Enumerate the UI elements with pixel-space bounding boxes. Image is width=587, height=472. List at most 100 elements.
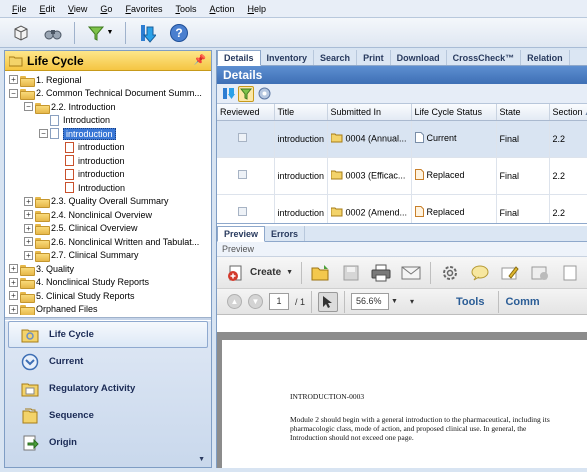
print-button[interactable] <box>370 262 392 284</box>
create-button[interactable]: Create ▼ <box>227 264 293 282</box>
select-tool-button[interactable] <box>318 291 339 312</box>
stamp-button[interactable] <box>529 262 551 284</box>
tab-details[interactable]: Details <box>217 50 261 66</box>
expand-icon[interactable]: + <box>24 223 33 233</box>
expand-icon[interactable]: + <box>24 237 33 247</box>
open-file-button[interactable] <box>310 262 332 284</box>
table-row[interactable]: introduction 0003 (Efficac... Replaced Fina… <box>217 157 587 195</box>
tab-errors[interactable]: Errors <box>265 226 306 241</box>
menu-favorites[interactable]: Favorites <box>125 4 162 14</box>
reviewed-checkbox[interactable] <box>238 133 247 142</box>
folder-icon <box>20 88 35 101</box>
tree-node[interactable]: +2.6. Nonclinical Written and Tabulat... <box>5 235 211 249</box>
previous-page-button[interactable]: ▲ <box>227 294 242 309</box>
column-header-section[interactable]: Section ▲ <box>549 104 587 121</box>
tree-node[interactable]: − 2.2. Introduction <box>5 100 211 114</box>
svg-text:?: ? <box>175 26 182 40</box>
export-button[interactable] <box>220 86 236 102</box>
column-header-reviewed[interactable]: Reviewed <box>217 104 275 121</box>
tree-node[interactable]: introduction <box>5 168 211 182</box>
tab-crosscheck[interactable]: CrossCheck™ <box>447 50 522 65</box>
expand-icon[interactable]: + <box>24 196 33 206</box>
download-button[interactable] <box>134 21 160 45</box>
email-button[interactable] <box>400 262 422 284</box>
tree-node[interactable]: +2.4. Nonclinical Overview <box>5 208 211 222</box>
tab-relation[interactable]: Relation <box>521 50 570 65</box>
filter-toggle-button[interactable] <box>238 85 254 102</box>
pin-icon[interactable]: 📌 <box>194 55 206 66</box>
expand-icon[interactable]: + <box>9 264 18 274</box>
tree-node[interactable]: introduction <box>5 154 211 168</box>
page-number-input[interactable]: 1 <box>269 293 289 310</box>
expand-icon[interactable]: + <box>9 75 18 85</box>
tab-inventory[interactable]: Inventory <box>261 50 315 65</box>
menu-tools[interactable]: Tools <box>175 4 196 14</box>
column-header-title[interactable]: Title <box>274 104 328 121</box>
tree-node[interactable]: +1. Regional <box>5 73 211 87</box>
binoculars-button[interactable] <box>40 21 66 45</box>
menu-file[interactable]: File <box>12 4 27 14</box>
tab-download[interactable]: Download <box>391 50 447 65</box>
tree-node[interactable]: +2.7. Clinical Summary <box>5 249 211 263</box>
tree-node[interactable]: +5. Clinical Study Reports <box>5 289 211 303</box>
menu-help[interactable]: Help <box>248 4 267 14</box>
menu-view[interactable]: View <box>68 4 87 14</box>
cell-section: 2.2 <box>549 194 587 223</box>
highlight-button[interactable] <box>499 262 521 284</box>
tab-preview[interactable]: Preview <box>217 226 266 242</box>
collapse-icon[interactable]: − <box>9 88 18 98</box>
nav-item-sequence[interactable]: Sequence <box>8 402 208 429</box>
column-header-submitted-in[interactable]: Submitted In <box>327 104 412 121</box>
chevron-down-icon[interactable]: ▼ <box>198 456 205 463</box>
tree-node[interactable]: +2.3. Quality Overall Summary <box>5 195 211 209</box>
tree-node[interactable]: − introduction <box>5 127 211 141</box>
collapse-icon[interactable]: − <box>24 102 33 112</box>
settings-button[interactable] <box>439 262 461 284</box>
comment-link[interactable]: Comm <box>505 296 539 308</box>
chevron-down-icon[interactable]: ▼ <box>391 298 398 305</box>
menu-edit[interactable]: Edit <box>40 4 56 14</box>
reviewed-checkbox[interactable] <box>238 170 247 179</box>
filter-button[interactable]: ▼ <box>83 21 117 45</box>
pdf-viewer[interactable]: INTRODUCTION-0003 Module 2 should begin … <box>217 332 587 468</box>
help-button[interactable]: ? <box>166 21 192 45</box>
more-options-icon[interactable]: ▾ <box>410 297 414 306</box>
column-header-life-cycle-status[interactable]: Life Cycle Status <box>411 104 497 121</box>
tab-print[interactable]: Print <box>357 50 391 65</box>
more-tools-button[interactable] <box>559 262 581 284</box>
tree-node[interactable]: +2.5. Clinical Overview <box>5 222 211 236</box>
tree-node[interactable]: +4. Nonclinical Study Reports <box>5 276 211 290</box>
collapse-icon[interactable]: − <box>39 129 48 139</box>
open-submission-button[interactable] <box>8 21 34 45</box>
next-page-button[interactable]: ▼ <box>248 294 263 309</box>
menu-action[interactable]: Action <box>209 4 234 14</box>
column-header-state[interactable]: State <box>496 104 550 121</box>
options-button[interactable] <box>256 86 272 102</box>
nav-item-life-cycle[interactable]: Life Cycle <box>8 321 208 348</box>
nav-item-origin[interactable]: Origin <box>8 429 208 456</box>
tree-node[interactable]: Introduction <box>5 114 211 128</box>
cell-life-cycle-status: Replaced <box>411 157 497 195</box>
tab-search[interactable]: Search <box>314 50 358 65</box>
table-row[interactable]: introduction 0004 (Annual... Current Final 2… <box>217 120 587 158</box>
panel-splitter[interactable] <box>5 317 211 320</box>
menu-go[interactable]: Go <box>100 4 112 14</box>
expand-icon[interactable]: + <box>24 210 33 220</box>
table-row[interactable]: introduction 0002 (Amend... Replaced Final 2… <box>217 194 587 223</box>
tools-link[interactable]: Tools <box>456 296 485 308</box>
tree-node[interactable]: +3. Quality <box>5 262 211 276</box>
zoom-field[interactable]: 56.6% <box>351 293 390 310</box>
nav-item-current[interactable]: Current <box>8 348 208 375</box>
tree-node[interactable]: introduction <box>5 141 211 155</box>
expand-icon[interactable]: + <box>9 291 18 301</box>
reviewed-checkbox[interactable] <box>238 207 247 216</box>
tree-node[interactable]: + Orphaned Files <box>5 303 211 315</box>
save-button[interactable] <box>340 262 362 284</box>
expand-icon[interactable]: + <box>24 250 33 260</box>
tree-node[interactable]: Introduction <box>5 181 211 195</box>
expand-icon[interactable]: + <box>9 304 18 314</box>
nav-item-regulatory-activity[interactable]: Regulatory Activity <box>8 375 208 402</box>
comment-button[interactable] <box>469 262 491 284</box>
tree-node[interactable]: − 2. Common Technical Document Summ... <box>5 87 211 101</box>
expand-icon[interactable]: + <box>9 277 18 287</box>
